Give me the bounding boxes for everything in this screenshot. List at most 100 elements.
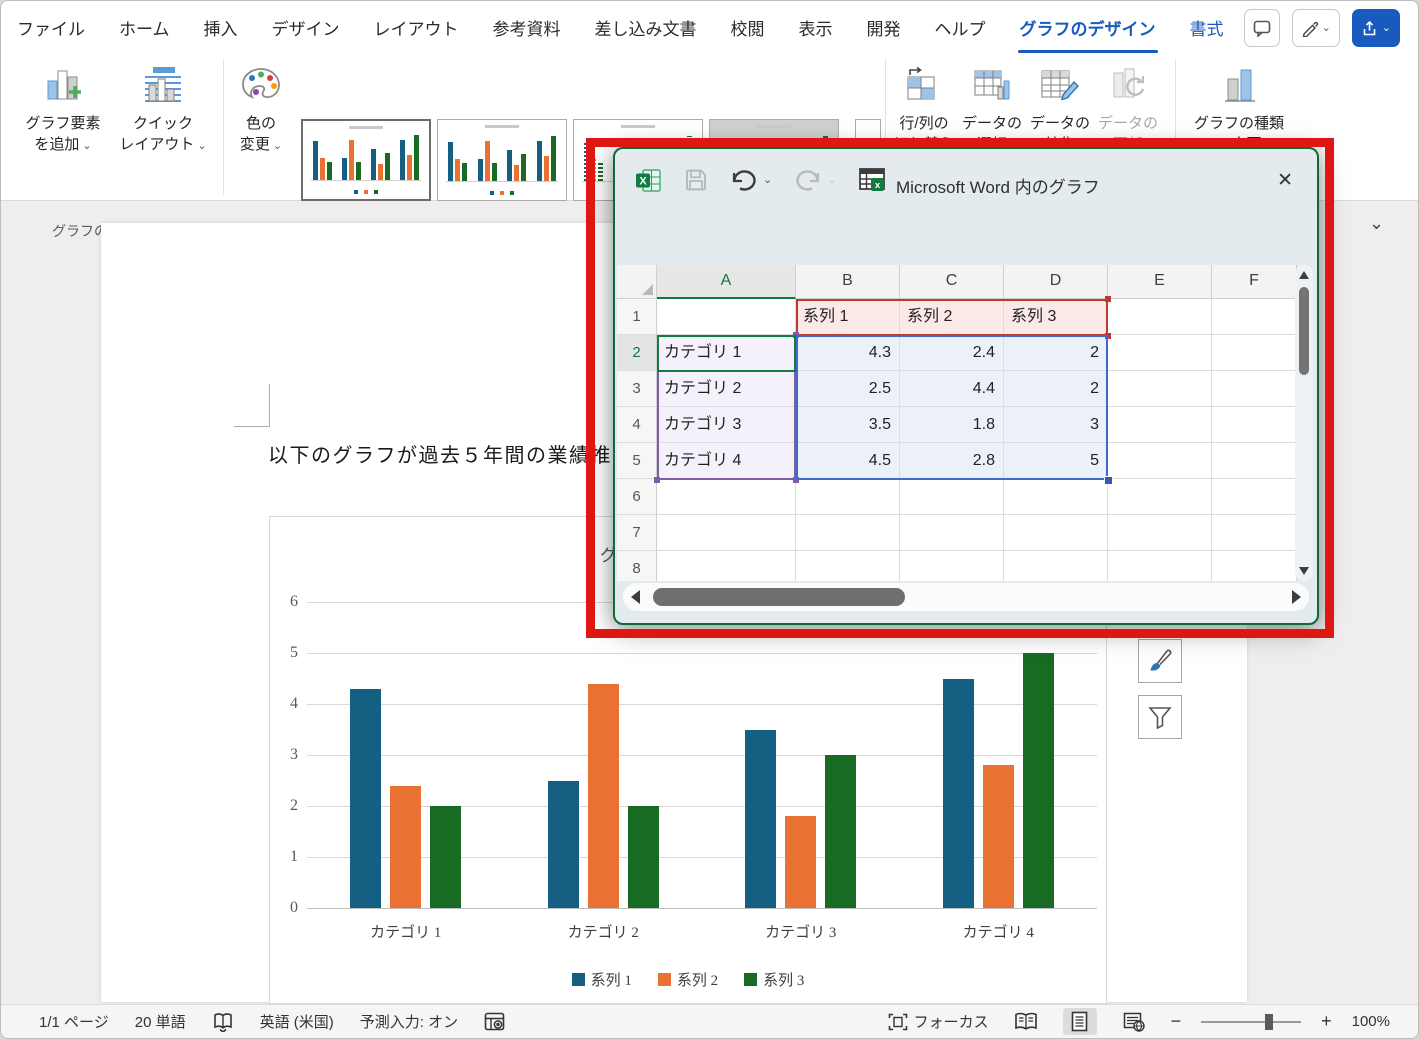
sheet-cell-E8[interactable] xyxy=(1108,551,1212,581)
vertical-scrollbar[interactable] xyxy=(1295,265,1313,581)
x-axis-category-label[interactable]: カテゴリ 1 xyxy=(307,921,505,942)
web-layout-button[interactable] xyxy=(1117,1008,1151,1035)
chart-styles-flyout-button[interactable] xyxy=(1138,639,1182,683)
document-text[interactable]: 以下のグラフが過去５年間の業績推 xyxy=(268,439,612,468)
sheet-cell-F4[interactable] xyxy=(1212,407,1297,443)
language-indicator[interactable]: 英語 (米国) xyxy=(260,1011,334,1032)
undo-button[interactable]: ⌄ xyxy=(730,168,772,192)
sheet-cell-F2[interactable] xyxy=(1212,335,1297,371)
chart-bar-系列 2-カテゴリ 4[interactable] xyxy=(983,765,1014,908)
tab-参考資料[interactable]: 参考資料 xyxy=(491,1,563,53)
save-icon[interactable] xyxy=(684,168,708,192)
range-handle[interactable] xyxy=(1105,333,1111,339)
chart-bar-系列 2-カテゴリ 1[interactable] xyxy=(390,786,421,908)
switch-row-column-button[interactable]: 行/列の 切り替え xyxy=(891,61,957,155)
read-mode-button[interactable] xyxy=(1009,1008,1043,1035)
tab-レイアウト[interactable]: レイアウト xyxy=(372,1,461,53)
sheet-cell-A7[interactable] xyxy=(657,515,796,551)
sheet-cell-C3[interactable]: 4.4 xyxy=(900,371,1004,407)
sheet-cell-F5[interactable] xyxy=(1212,443,1297,479)
sheet-cell-A3[interactable]: カテゴリ 2 xyxy=(657,371,796,407)
x-axis-category-label[interactable]: カテゴリ 2 xyxy=(505,921,703,942)
chart-bar-系列 1-カテゴリ 3[interactable] xyxy=(745,730,776,909)
tab-ヘルプ[interactable]: ヘルプ xyxy=(933,1,988,53)
sheet-cell-D5[interactable]: 5 xyxy=(1004,443,1108,479)
sheet-cell-E7[interactable] xyxy=(1108,515,1212,551)
sheet-cell-B8[interactable] xyxy=(796,551,900,581)
change-colors-button[interactable]: 色の 変更 xyxy=(229,61,293,157)
vertical-scroll-thumb[interactable] xyxy=(1299,287,1309,375)
column-header-E[interactable]: E xyxy=(1108,265,1212,299)
editing-mode-button[interactable]: ⌄ xyxy=(1292,9,1340,47)
sheet-cell-A8[interactable] xyxy=(657,551,796,581)
sheet-cell-D1[interactable]: 系列 3 xyxy=(1004,299,1108,335)
scroll-left-arrow-icon[interactable] xyxy=(631,590,640,604)
select-all-corner[interactable] xyxy=(617,265,657,299)
sheet-cell-C7[interactable] xyxy=(900,515,1004,551)
page-indicator[interactable]: 1/1 ページ xyxy=(39,1011,109,1032)
row-header-7[interactable]: 7 xyxy=(617,515,657,551)
scroll-right-arrow-icon[interactable] xyxy=(1292,590,1301,604)
sheet-cell-D7[interactable] xyxy=(1004,515,1108,551)
row-header-2[interactable]: 2 xyxy=(617,335,657,371)
zoom-in-button[interactable]: + xyxy=(1321,1011,1332,1032)
row-header-1[interactable]: 1 xyxy=(617,299,657,335)
row-header-8[interactable]: 8 xyxy=(617,551,657,581)
tab-校閲[interactable]: 校閲 xyxy=(729,1,767,53)
chart-bar-系列 1-カテゴリ 1[interactable] xyxy=(350,689,381,908)
zoom-level[interactable]: 100% xyxy=(1352,1013,1390,1030)
x-axis-category-label[interactable]: カテゴリ 3 xyxy=(702,921,900,942)
fill-handle[interactable] xyxy=(1104,476,1113,485)
print-layout-button[interactable] xyxy=(1063,1008,1097,1035)
proofing-button[interactable] xyxy=(212,1012,234,1032)
chart-bar-系列 3-カテゴリ 2[interactable] xyxy=(628,806,659,908)
scroll-up-arrow-icon[interactable] xyxy=(1299,271,1309,279)
legend-item[interactable]: 系列 2 xyxy=(658,969,718,990)
zoom-slider[interactable] xyxy=(1201,1021,1301,1023)
focus-mode-button[interactable]: フォーカス xyxy=(888,1011,989,1032)
sheet-cell-F7[interactable] xyxy=(1212,515,1297,551)
range-handle[interactable] xyxy=(793,477,799,483)
chart-bar-系列 3-カテゴリ 3[interactable] xyxy=(825,755,856,908)
column-header-F[interactable]: F xyxy=(1212,265,1297,299)
sheet-cell-B2[interactable]: 4.3 xyxy=(796,335,900,371)
chart-bar-系列 1-カテゴリ 4[interactable] xyxy=(943,679,974,909)
sheet-cell-A2[interactable]: カテゴリ 1 xyxy=(657,335,796,371)
sheet-cell-B6[interactable] xyxy=(796,479,900,515)
sheet-cell-A4[interactable]: カテゴリ 3 xyxy=(657,407,796,443)
chart-bar-系列 3-カテゴリ 4[interactable] xyxy=(1023,653,1054,908)
sheet-cell-E4[interactable] xyxy=(1108,407,1212,443)
scroll-down-arrow-icon[interactable] xyxy=(1299,567,1309,575)
horizontal-scroll-thumb[interactable] xyxy=(653,588,905,606)
sheet-cell-C8[interactable] xyxy=(900,551,1004,581)
range-handle[interactable] xyxy=(1105,296,1111,302)
word-count[interactable]: 20 単語 xyxy=(135,1011,186,1032)
tab-開発[interactable]: 開発 xyxy=(865,1,903,53)
range-handle[interactable] xyxy=(793,332,799,338)
tab-書式[interactable]: 書式 xyxy=(1188,1,1226,53)
tab-表示[interactable]: 表示 xyxy=(797,1,835,53)
sheet-cell-B7[interactable] xyxy=(796,515,900,551)
edit-in-excel-icon[interactable]: x xyxy=(858,167,886,193)
zoom-slider-thumb[interactable] xyxy=(1265,1014,1273,1030)
chart-style-thumbnail[interactable] xyxy=(437,119,567,201)
legend-item[interactable]: 系列 1 xyxy=(572,969,632,990)
row-header-3[interactable]: 3 xyxy=(617,371,657,407)
range-handle[interactable] xyxy=(654,477,660,483)
sheet-cell-A1[interactable] xyxy=(657,299,796,335)
add-chart-element-button[interactable]: グラフ要素 を追加 xyxy=(17,61,109,157)
change-chart-type-button[interactable]: グラフの種類 の変更 xyxy=(1183,61,1295,155)
tab-ファイル[interactable]: ファイル xyxy=(15,1,87,53)
chart-bar-系列 2-カテゴリ 2[interactable] xyxy=(588,684,619,908)
sheet-cell-D2[interactable]: 2 xyxy=(1004,335,1108,371)
tab-挿入[interactable]: 挿入 xyxy=(202,1,240,53)
comments-button[interactable] xyxy=(1244,9,1280,47)
sheet-cell-C5[interactable]: 2.8 xyxy=(900,443,1004,479)
sheet-cell-B5[interactable]: 4.5 xyxy=(796,443,900,479)
chart-style-thumbnail[interactable] xyxy=(301,119,431,201)
row-header-4[interactable]: 4 xyxy=(617,407,657,443)
column-header-C[interactable]: C xyxy=(900,265,1004,299)
tab-デザイン[interactable]: デザイン xyxy=(270,1,342,53)
collapse-ribbon-chevron-icon[interactable]: ⌄ xyxy=(1369,213,1384,234)
row-header-5[interactable]: 5 xyxy=(617,443,657,479)
